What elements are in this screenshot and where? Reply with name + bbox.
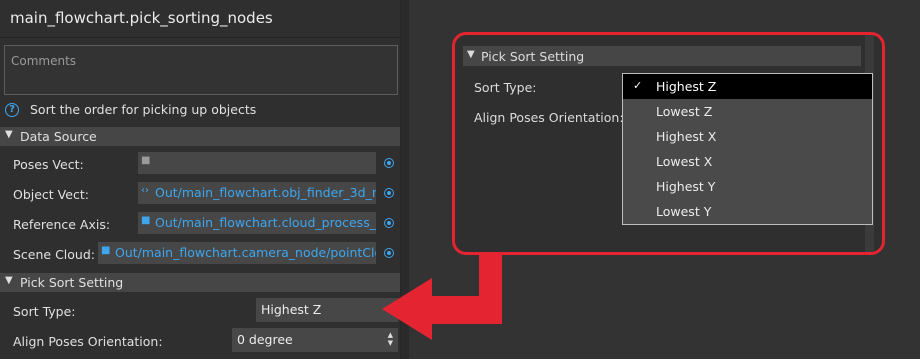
option-label: Lowest Z <box>656 104 713 119</box>
dropdown-option-lowest-z[interactable]: Lowest Z <box>623 99 872 124</box>
option-label: Highest Y <box>656 179 716 194</box>
dropdown-option-highest-x[interactable]: Highest X <box>623 124 872 149</box>
dropdown-option-lowest-y[interactable]: Lowest Y <box>623 199 872 224</box>
option-label: Lowest Y <box>656 204 712 219</box>
dropdown-option-highest-y[interactable]: Highest Y <box>623 174 872 199</box>
zoomed-highlight-panel: ▼ Pick Sort Setting Sort Type: Align Pos… <box>452 32 885 255</box>
section-title: Pick Sort Setting <box>481 49 585 64</box>
option-label: Highest Z <box>656 79 717 94</box>
option-label: Highest X <box>656 129 717 144</box>
option-label: Lowest X <box>656 154 713 169</box>
dropdown-option-lowest-x[interactable]: Lowest X <box>623 149 872 174</box>
checkmark-icon: ✓ <box>633 79 643 92</box>
collapse-triangle-icon[interactable]: ▼ <box>467 49 475 60</box>
sort-type-dropdown[interactable]: ✓ Highest Z Lowest Z Highest X Lowest X … <box>622 73 873 225</box>
dropdown-option-highest-z[interactable]: ✓ Highest Z <box>623 74 872 99</box>
align-poses-label: Align Poses Orientation: <box>474 110 624 125</box>
sort-type-label: Sort Type: <box>474 80 537 95</box>
section-pick-sort-zoomed[interactable]: ▼ Pick Sort Setting <box>463 46 861 66</box>
arrow-shape <box>382 252 502 340</box>
